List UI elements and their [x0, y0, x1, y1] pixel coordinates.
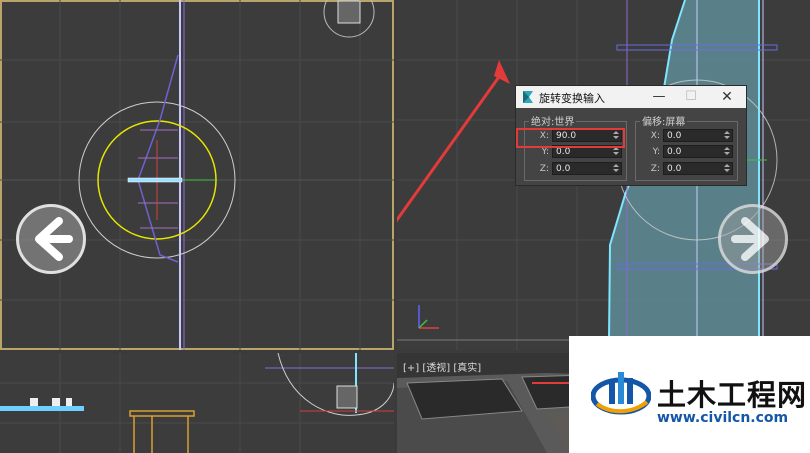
arrow-right-icon: [731, 217, 769, 261]
offset-x-spinner[interactable]: 0.0: [663, 129, 733, 142]
offset-z-spinner[interactable]: 0.0: [663, 162, 733, 175]
axis-label: Z:: [539, 164, 549, 174]
spinner-arrows-icon[interactable]: [612, 164, 620, 174]
viewport-top[interactable]: [0, 0, 394, 350]
app-icon: [523, 91, 533, 103]
axis-label: X:: [650, 131, 660, 141]
viewport-top-canvas: [0, 0, 394, 350]
minimize-button[interactable]: —: [646, 88, 672, 106]
viewport-label[interactable]: [+] [透视] [真实]: [403, 359, 481, 374]
absolute-z-row: Z: 0.0: [525, 162, 628, 176]
annotation-arrow: [397, 73, 503, 223]
offset-y-spinner[interactable]: 0.0: [663, 145, 733, 158]
spinner-arrows-icon[interactable]: [723, 164, 731, 174]
axis-label: Y:: [652, 147, 660, 157]
spinner-value[interactable]: 0.0: [667, 146, 681, 158]
viewport-left-canvas: [0, 353, 394, 453]
viewport-left[interactable]: [0, 353, 394, 453]
spinner-arrows-icon[interactable]: [612, 147, 620, 157]
spinner-arrows-icon[interactable]: [723, 147, 731, 157]
spinner-arrows-icon[interactable]: [723, 131, 731, 141]
offset-y-row: Y: 0.0: [636, 145, 739, 159]
group-title: 绝对:世界: [529, 113, 577, 128]
highlight-box: [516, 128, 625, 148]
arrow-left-icon: [35, 217, 73, 261]
dialog-title: 旋转变换输入: [539, 92, 605, 105]
group-title: 偏移:屏幕: [640, 113, 688, 128]
absolute-z-spinner[interactable]: 0.0: [552, 162, 622, 175]
maximize-button[interactable]: ☐: [678, 88, 704, 106]
civilcn-logo-icon: [591, 372, 651, 415]
previous-button[interactable]: [16, 204, 86, 274]
offset-x-row: X: 0.0: [636, 129, 739, 143]
axis-label: Z:: [650, 164, 660, 174]
brand-name: 土木工程网: [657, 378, 808, 412]
offset-screen-group: 偏移:屏幕 X: 0.0 Y: 0.0 Z: 0.0: [635, 113, 739, 181]
watermark-logo: 土木工程网 www.civilcn.com: [569, 336, 810, 453]
next-button[interactable]: [718, 204, 788, 274]
close-button[interactable]: ✕: [714, 88, 740, 106]
brand-url: www.civilcn.com: [657, 410, 789, 426]
offset-z-row: Z: 0.0: [636, 162, 739, 176]
spinner-value[interactable]: 0.0: [667, 130, 681, 142]
spinner-value[interactable]: 0.0: [667, 163, 681, 175]
spinner-value[interactable]: 0.0: [556, 163, 570, 175]
dialog-titlebar[interactable]: 旋转变换输入 — ☐ ✕: [516, 86, 746, 108]
